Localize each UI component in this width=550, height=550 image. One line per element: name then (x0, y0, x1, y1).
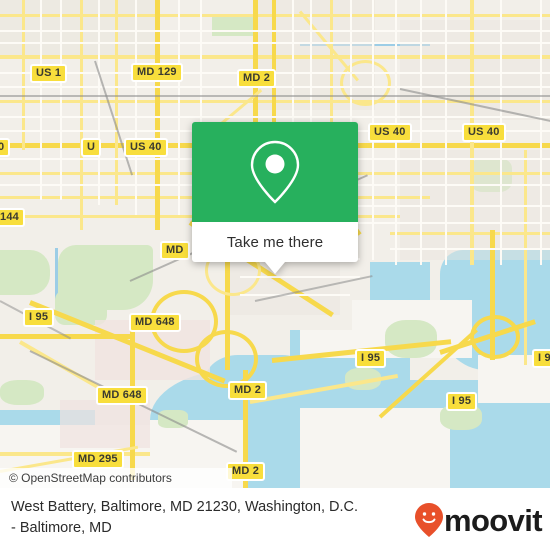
road-shield: US 40 (462, 123, 506, 142)
road-shield: US 40 (124, 138, 168, 157)
road-shield: MD 129 (131, 63, 183, 82)
road-shield: I 9 (532, 349, 550, 368)
road-shield: US 1 (30, 64, 68, 83)
road-far-east-ns (524, 150, 527, 365)
park-fort-mchenry-lawn (385, 320, 437, 358)
road-shield: US 40 (368, 123, 412, 142)
road-shield: MD 2 (237, 69, 277, 88)
urban-block-s (60, 400, 150, 448)
road-shield: MD 648 (96, 386, 148, 405)
road-shield: U (81, 138, 102, 157)
road-shield: MD 295 (72, 450, 124, 469)
interchange-loop-north (340, 60, 391, 106)
park-north-strip (212, 14, 254, 36)
road-md2-ns (253, 0, 258, 132)
street-v15 (540, 0, 542, 265)
park-west-pond (0, 380, 44, 405)
moovit-brand[interactable]: moovit (414, 502, 543, 538)
location-title-line1: West Battery, Baltimore, MD 21230, Washi… (11, 499, 359, 515)
road-nw-ns-2 (22, 0, 25, 150)
street-h1 (0, 30, 550, 32)
rail-north (0, 95, 550, 97)
location-popup-card[interactable]: Take me there (192, 122, 358, 274)
popup-footer: Take me there (192, 222, 358, 274)
map-pin-icon (250, 140, 300, 204)
location-title: West Battery, Baltimore, MD 21230, Washi… (11, 497, 411, 539)
street-h5 (0, 116, 550, 118)
road-md129-ns (155, 0, 160, 230)
interchange-loop-sw (195, 330, 258, 388)
street-h10 (340, 222, 550, 224)
map-canvas[interactable]: US 1 MD 129 MD 2 US 40 US 40 US 40 U 0 144 MD I 95… (0, 0, 550, 488)
popup-pointer (265, 262, 285, 274)
park-gwynns (0, 250, 50, 295)
land-south-shore (300, 408, 450, 488)
map-screenshot: US 1 MD 129 MD 2 US 40 US 40 US 40 U 0 144 MD I 95… (0, 0, 550, 550)
street-h11 (390, 248, 550, 250)
road-shield: 144 (0, 208, 25, 227)
road-shield: 0 (0, 138, 11, 157)
interchange-loop-east (470, 315, 520, 359)
street-v12 (420, 0, 422, 265)
moovit-wordmark: moovit (443, 502, 543, 538)
street-v4 (135, 0, 137, 215)
road-center-ns (272, 0, 276, 130)
take-me-there-label[interactable]: Take me there (227, 234, 323, 251)
road-shield: I 95 (23, 308, 55, 327)
street-v5 (178, 0, 180, 215)
footer-bar: West Battery, Baltimore, MD 21230, Washi… (0, 488, 550, 550)
street-v13 (445, 0, 447, 265)
road-shield: I 95 (446, 392, 478, 411)
road-ne-ns-2 (330, 0, 333, 130)
street-h14 (240, 294, 350, 296)
map-attribution: © OpenStreetMap contributors (0, 468, 232, 488)
popup-header (192, 122, 358, 222)
road-shield: MD 648 (129, 313, 181, 332)
road-nw-ns-1 (80, 0, 83, 230)
street-h9 (340, 205, 550, 207)
moovit-smiley-pin-icon (414, 503, 443, 537)
road-shield: I 95 (355, 349, 387, 368)
location-title-line2: - Baltimore, MD (11, 520, 112, 536)
street-v6 (200, 0, 202, 130)
road-shield: MD 2 (228, 381, 268, 400)
road-shield: MD (160, 241, 190, 260)
attribution-text[interactable]: © OpenStreetMap contributors (0, 471, 172, 485)
street-h13 (240, 276, 360, 278)
road-md648-ns (130, 330, 135, 480)
street-h2 (0, 42, 550, 44)
